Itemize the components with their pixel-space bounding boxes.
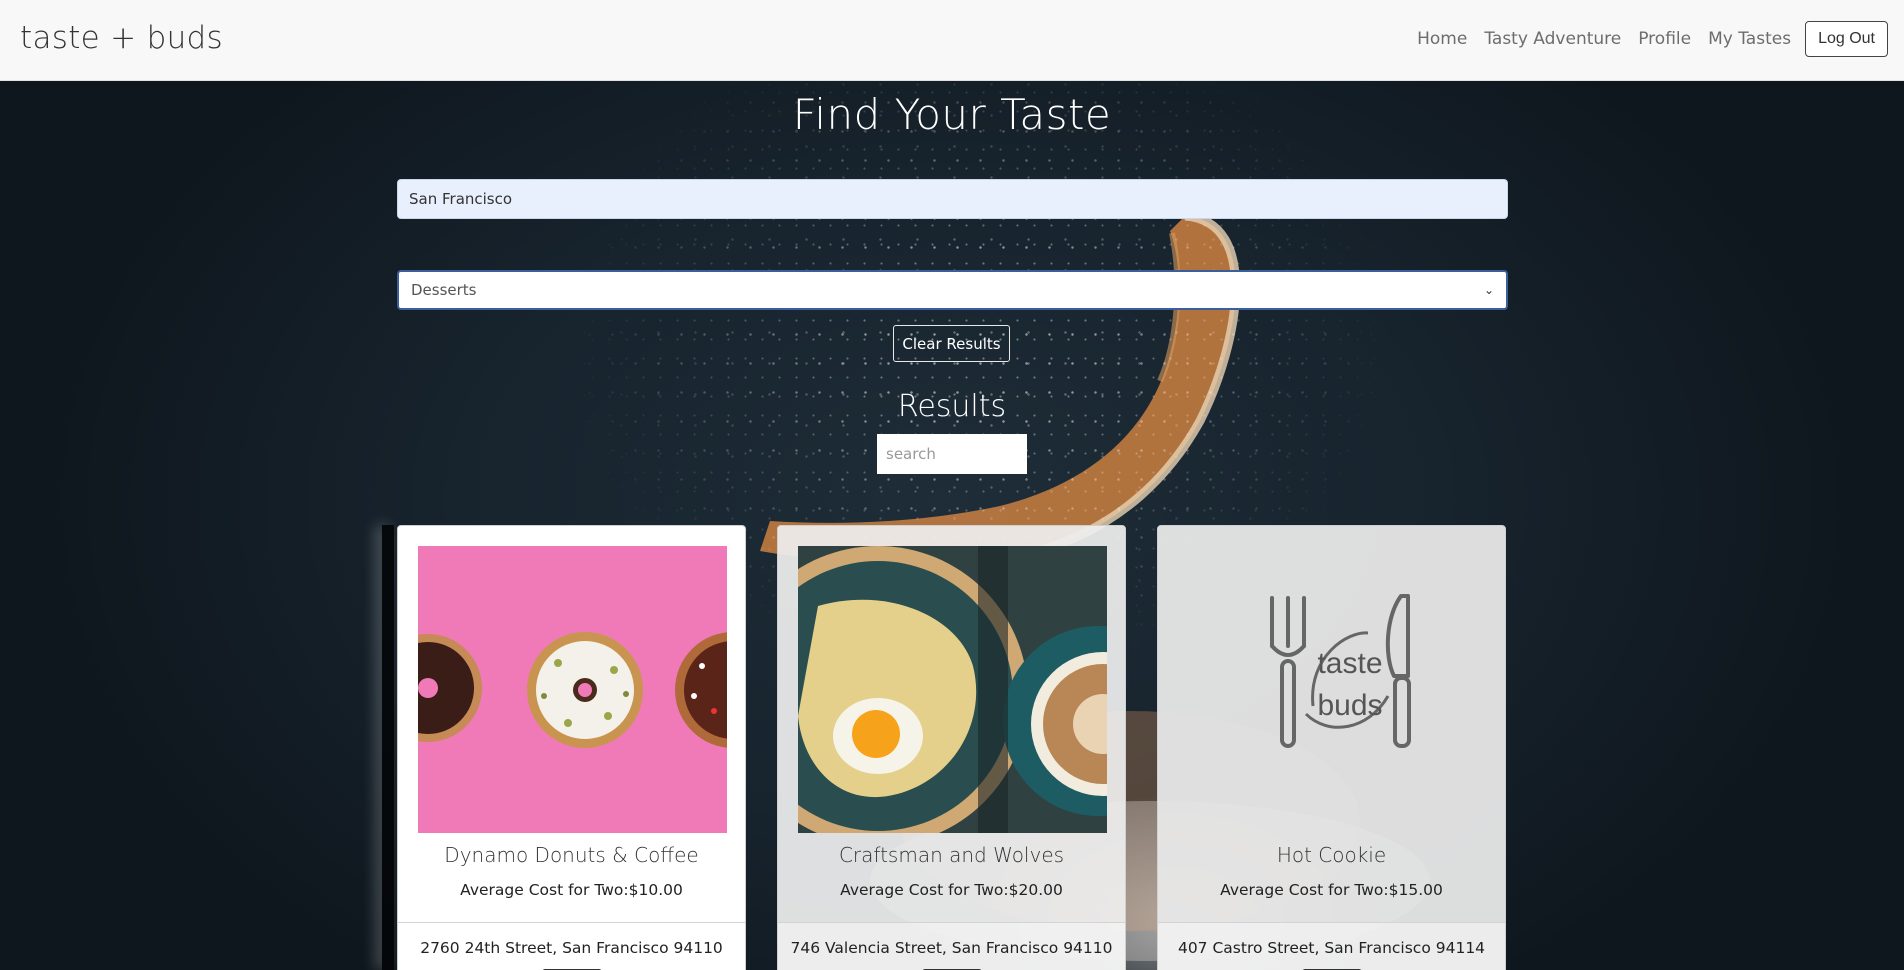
- nav-link-my-tastes[interactable]: My Tastes: [1708, 29, 1791, 49]
- city-input[interactable]: San Francisco: [397, 179, 1508, 219]
- category-select-value: Desserts: [411, 281, 477, 299]
- clear-results-button[interactable]: Clear Results: [893, 325, 1010, 362]
- restaurant-address: 2760 24th Street, San Francisco 94110: [420, 939, 723, 957]
- donuts-photo: [418, 546, 727, 833]
- category-select[interactable]: Desserts ⌄: [397, 270, 1508, 310]
- egg-coffee-photo: [798, 546, 1107, 833]
- nav-links: Home Tasty Adventure Profile My Tastes L…: [1400, 21, 1888, 57]
- card-edge-shadow: [382, 525, 394, 970]
- average-cost: Average Cost for Two:$10.00: [460, 881, 683, 899]
- average-cost: Average Cost for Two:$20.00: [840, 881, 1063, 899]
- restaurant-name: Hot Cookie: [1276, 843, 1387, 867]
- restaurant-name: Dynamo Donuts & Coffee: [444, 843, 699, 867]
- nav-link-tasty-adventure[interactable]: Tasty Adventure: [1484, 29, 1621, 49]
- results-heading: Results: [897, 389, 1007, 424]
- taste-buds-logo: taste buds: [1178, 546, 1487, 833]
- page-title: Find Your Taste: [792, 90, 1112, 139]
- svg-text:taste: taste: [1317, 647, 1382, 680]
- restaurant-card[interactable]: Dynamo Donuts & Coffee Average Cost for …: [397, 525, 746, 970]
- navbar: taste + buds Home Tasty Adventure Profil…: [0, 0, 1904, 81]
- average-cost: Average Cost for Two:$15.00: [1220, 881, 1443, 899]
- restaurant-card[interactable]: Craftsman and Wolves Average Cost for Tw…: [777, 525, 1126, 970]
- nav-link-profile[interactable]: Profile: [1638, 29, 1691, 49]
- restaurant-address: 407 Castro Street, San Francisco 94114: [1177, 939, 1486, 957]
- logout-button[interactable]: Log Out: [1805, 21, 1888, 57]
- card-footer: 407 Castro Street, San Francisco 94114: [1158, 922, 1505, 970]
- results-search-input[interactable]: search: [877, 434, 1027, 474]
- restaurant-address: 746 Valencia Street, San Francisco 94110: [790, 939, 1113, 957]
- restaurant-card[interactable]: taste buds Hot Cookie Average Cost for T…: [1157, 525, 1506, 970]
- chevron-down-icon: ⌄: [1483, 283, 1494, 297]
- nav-link-home[interactable]: Home: [1417, 29, 1467, 49]
- brand-logo[interactable]: taste + buds: [20, 20, 223, 56]
- restaurant-name: Craftsman and Wolves: [838, 843, 1065, 867]
- card-footer: 2760 24th Street, San Francisco 94110: [398, 922, 745, 970]
- svg-text:buds: buds: [1317, 689, 1382, 722]
- card-footer: 746 Valencia Street, San Francisco 94110: [778, 922, 1125, 970]
